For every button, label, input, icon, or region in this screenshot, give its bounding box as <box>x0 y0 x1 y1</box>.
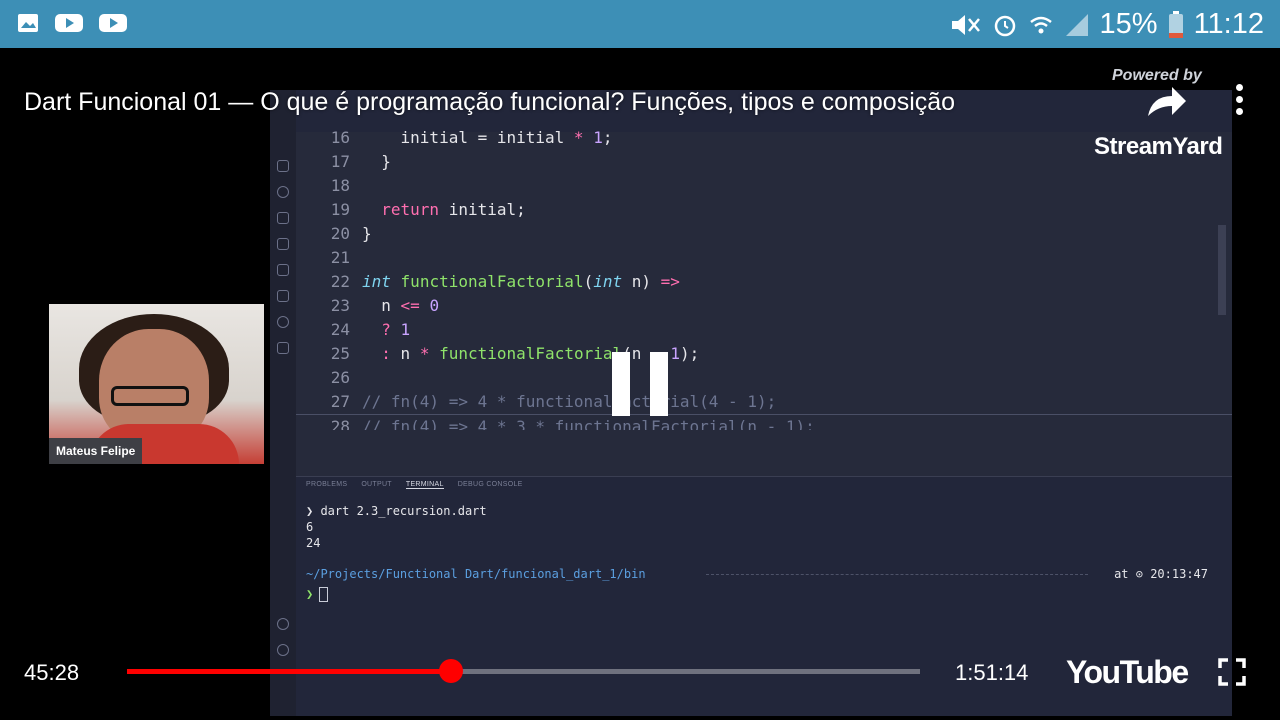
line-number: 18 <box>330 176 350 195</box>
code-area: 16 initial = initial * 1; 17 } 18 19 return… <box>296 130 1232 430</box>
system-status: 15% 11:12 <box>948 8 1264 41</box>
battery-percent: 15% <box>1099 8 1158 40</box>
code-text: n <= 0 <box>362 296 440 315</box>
pause-icon[interactable] <box>612 352 668 416</box>
line-number: 28 <box>330 417 350 430</box>
code-text: } <box>362 152 391 171</box>
code-line: 27 // fn(4) => 4 * functionalFactorial(4 … <box>296 390 1232 414</box>
code-line: 23 n <= 0 <box>296 294 1232 318</box>
panel-tabs: PROBLEMS OUTPUT TERMINAL DEBUG CONSOLE <box>306 481 523 489</box>
seek-bar-played <box>127 669 452 674</box>
line-number: 22 <box>330 272 350 291</box>
code-line: 20} <box>296 222 1232 246</box>
alarm-icon <box>994 15 1015 36</box>
terminal-output-line: 6 <box>306 520 314 534</box>
notification-icons <box>16 12 128 34</box>
streamyard-logo: StreamYard <box>1094 133 1223 160</box>
wifi-icon <box>1029 16 1052 33</box>
tab-problems: PROBLEMS <box>306 481 348 488</box>
code-line: 26 <box>296 366 1232 390</box>
tab-terminal: TERMINAL <box>405 481 444 489</box>
terminal-timestamp: at ⊙ 20:13:47 <box>1114 567 1208 581</box>
line-number: 27 <box>330 392 350 411</box>
code-editor-frame: 16 initial = initial * 1; 17 } 18 19 return… <box>270 90 1232 716</box>
signal-icon <box>1065 13 1088 36</box>
code-text: } <box>362 224 372 243</box>
youtube-notification-icon <box>55 14 83 32</box>
terminal-cursor <box>319 587 329 602</box>
terminal-path: ~/Projects/Functional Dart/funcional_dar… <box>306 567 646 581</box>
extensions-icon <box>277 264 289 276</box>
testing-icon <box>277 290 289 302</box>
more-options-icon[interactable] <box>1231 84 1247 118</box>
code-line: 16 initial = initial * 1; <box>296 130 1232 150</box>
run-icon <box>277 238 289 250</box>
line-number: 16 <box>330 130 350 147</box>
terminal-prompt-path: ~/Projects/Functional Dart/funcional_dar… <box>306 567 1208 581</box>
presenter-webcam: Mateus Felipe <box>49 304 264 464</box>
code-text: int functionalFactorial(int n) => <box>362 272 680 291</box>
video-title: Dart Funcional 01 — O que é programação … <box>24 88 956 116</box>
line-number: 17 <box>330 152 350 171</box>
terminal-output-line: 24 <box>306 536 321 550</box>
battery-icon <box>1168 10 1183 38</box>
fullscreen-icon[interactable] <box>1218 658 1246 686</box>
line-number: 25 <box>330 344 350 363</box>
code-line: 17 } <box>296 150 1232 174</box>
line-number: 23 <box>330 296 350 315</box>
tab-debug-console: DEBUG CONSOLE <box>457 481 523 488</box>
current-time: 45:28 <box>24 660 80 685</box>
settings-icon <box>277 644 289 656</box>
code-text: // fn(4) => 4 * 3 * functionalFactorial(… <box>362 417 815 430</box>
code-line: 25 : n * functionalFactorial(n - 1); <box>296 342 1232 366</box>
clock: 11:12 <box>1193 8 1264 40</box>
remote-icon <box>277 316 289 328</box>
line-number: 21 <box>330 248 350 267</box>
code-line: 28 // fn(4) => 4 * 3 * functionalFactoria… <box>296 414 1232 430</box>
code-line: 19 return initial; <box>296 198 1232 222</box>
seek-bar[interactable] <box>127 659 920 683</box>
prompt-symbol: ❯ <box>306 587 314 601</box>
code-line: 22 int functionalFactorial(int n) => <box>296 270 1232 294</box>
line-number: 20 <box>330 224 350 243</box>
total-duration: 1:51:14 <box>955 660 1029 685</box>
code-line: 21 <box>296 246 1232 270</box>
explorer-icon <box>277 160 289 172</box>
source-control-icon <box>277 212 289 224</box>
youtube-notification-icon-2 <box>99 14 127 32</box>
search-icon <box>277 186 289 198</box>
prompt-dots <box>706 574 1088 575</box>
gallery-icon <box>18 14 38 32</box>
youtube-logo[interactable]: YouTube <box>1066 654 1189 691</box>
status-bar: 15% 11:12 <box>0 0 1280 48</box>
line-number: 26 <box>330 368 350 387</box>
line-number: 19 <box>330 200 350 219</box>
tab-output: OUTPUT <box>361 481 392 488</box>
presenter-name-tag: Mateus Felipe <box>49 438 143 464</box>
code-text: initial = initial * 1; <box>362 130 613 147</box>
editor-scrollbar <box>1218 225 1226 315</box>
docker-icon <box>277 342 289 354</box>
account-icon <box>277 618 289 630</box>
terminal-input: ❯ <box>306 587 329 602</box>
terminal-output: ❯ dart 2.3_recursion.dart 6 24 <box>306 503 487 551</box>
share-icon[interactable] <box>1142 82 1188 122</box>
terminal-command: ❯ dart 2.3_recursion.dart <box>306 504 487 518</box>
line-number: 24 <box>330 320 350 339</box>
code-text: return initial; <box>381 200 526 219</box>
code-text: // fn(4) => 4 * functionalFactorial(4 - … <box>362 392 777 411</box>
mute-icon <box>951 14 980 35</box>
code-line: 24 ? 1 <box>296 318 1232 342</box>
presenter-glasses <box>111 386 189 406</box>
activity-bar <box>270 90 296 716</box>
code-line: 18 <box>296 174 1232 198</box>
code-text: ? 1 <box>381 320 411 339</box>
